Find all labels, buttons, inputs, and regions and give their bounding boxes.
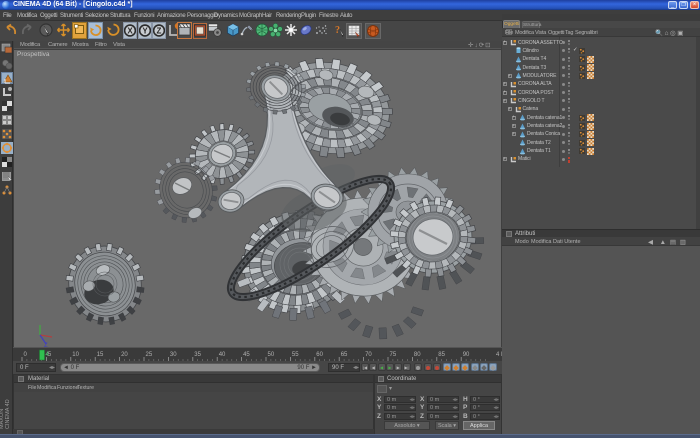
- svg-text:25: 25: [146, 352, 153, 358]
- svg-text:60: 60: [316, 352, 323, 358]
- svg-text:40: 40: [219, 352, 226, 358]
- svg-text:10: 10: [72, 352, 79, 358]
- svg-text:65: 65: [341, 352, 348, 358]
- svg-text:45: 45: [243, 352, 250, 358]
- svg-text:15: 15: [97, 352, 104, 358]
- svg-text:Z: Z: [157, 27, 162, 36]
- svg-text:?: ?: [335, 25, 340, 36]
- svg-text:55: 55: [292, 352, 299, 358]
- svg-text:75: 75: [390, 352, 397, 358]
- svg-text:Y: Y: [142, 27, 148, 36]
- svg-text:35: 35: [194, 352, 201, 358]
- svg-text:50: 50: [268, 352, 275, 358]
- svg-text:20: 20: [121, 352, 128, 358]
- svg-text:30: 30: [170, 352, 177, 358]
- svg-text:85: 85: [438, 352, 445, 358]
- svg-text:70: 70: [365, 352, 372, 358]
- svg-text:X: X: [127, 27, 133, 36]
- svg-text:90: 90: [463, 352, 470, 358]
- svg-text:0: 0: [24, 352, 28, 358]
- svg-text:80: 80: [414, 352, 421, 358]
